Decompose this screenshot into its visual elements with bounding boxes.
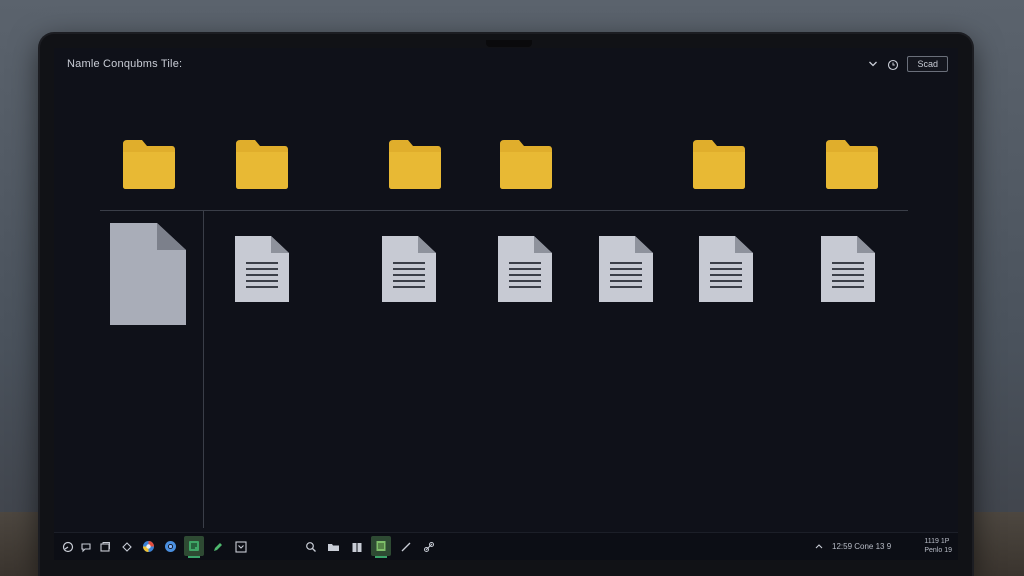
link-icon[interactable] <box>421 539 436 554</box>
tray-status: 12:59 Cone 13 9 <box>832 542 892 551</box>
active-indicator <box>188 556 200 558</box>
draw-icon[interactable] <box>398 539 413 554</box>
folder-icon[interactable] <box>122 138 176 190</box>
document-icon[interactable] <box>698 235 754 303</box>
titlebar-controls: Scad <box>867 56 948 72</box>
pen-icon[interactable] <box>210 539 225 554</box>
system-clock[interactable]: 1119 1P Penlo 19 <box>924 537 952 555</box>
folder-taskbar-icon[interactable] <box>326 539 341 554</box>
folder-icon[interactable] <box>825 138 879 190</box>
window-icon[interactable] <box>97 539 112 554</box>
send-button[interactable]: Scad <box>907 56 948 72</box>
document-icon[interactable] <box>820 235 876 303</box>
taskbar: 12:59 Cone 13 9 1119 1P Penlo 19 <box>54 532 958 560</box>
folder-icon[interactable] <box>692 138 746 190</box>
start-icon[interactable] <box>60 539 75 554</box>
clock-time: 1119 1P <box>924 538 950 545</box>
document-preview-icon[interactable] <box>109 222 187 326</box>
chevron-down-icon[interactable] <box>867 58 879 70</box>
clock-date: Penlo 19 <box>924 547 952 554</box>
browser-icon[interactable] <box>141 539 156 554</box>
notes-app-icon[interactable] <box>371 536 391 556</box>
document-icon[interactable] <box>234 235 290 303</box>
terminal-icon[interactable] <box>233 539 248 554</box>
files-icon[interactable] <box>349 539 364 554</box>
arrow-up-icon[interactable] <box>811 539 826 554</box>
horizontal-divider <box>100 210 908 211</box>
chrome-icon[interactable] <box>163 539 178 554</box>
folder-icon[interactable] <box>499 138 553 190</box>
search-icon[interactable] <box>303 539 318 554</box>
chat-icon[interactable] <box>78 539 93 554</box>
webcam-notch <box>486 40 532 47</box>
window-titlebar: Namle Conqubms Tile: Scad <box>54 48 958 80</box>
tag-icon[interactable] <box>119 539 134 554</box>
vertical-divider <box>203 210 204 528</box>
document-icon[interactable] <box>598 235 654 303</box>
window-title: Namle Conqubms Tile: <box>67 58 183 70</box>
document-icon[interactable] <box>497 235 553 303</box>
folder-icon[interactable] <box>235 138 289 190</box>
active-indicator <box>375 556 387 558</box>
folder-icon[interactable] <box>388 138 442 190</box>
document-icon[interactable] <box>381 235 437 303</box>
editor-app-icon[interactable] <box>184 536 204 556</box>
clock-icon[interactable] <box>887 58 899 71</box>
screen: Namle Conqubms Tile: Scad 12:59 Cone 13 … <box>54 48 958 560</box>
